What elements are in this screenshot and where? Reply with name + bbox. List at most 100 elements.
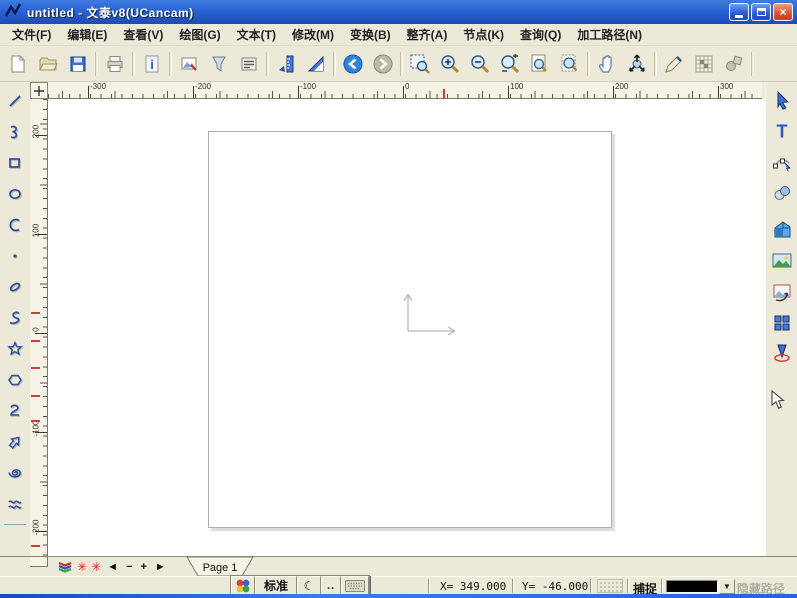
star-tool-button[interactable]: [2, 334, 28, 364]
engrave-cutter-icon: [771, 343, 793, 365]
zoom-document-button[interactable]: [555, 49, 585, 79]
spline-tool-button[interactable]: [2, 303, 28, 333]
toolbar-separator: [95, 52, 98, 76]
layers-list-icon: [239, 54, 259, 74]
node-edit-tool-button[interactable]: [768, 147, 796, 177]
color-dropdown[interactable]: ▼: [666, 579, 735, 594]
new-document-button[interactable]: [3, 49, 33, 79]
array-copy-tool-button[interactable]: [768, 308, 796, 338]
info-button[interactable]: i: [137, 49, 167, 79]
wave-icon: [6, 495, 24, 513]
crosshair-icon: [33, 85, 45, 97]
image-export-tool-button[interactable]: [768, 277, 796, 307]
first-page-button[interactable]: ◄: [105, 558, 120, 576]
back-arrow-icon: [342, 53, 364, 75]
rotated-ellipse-tool-button[interactable]: [2, 272, 28, 302]
engrave-cutter-tool-button[interactable]: [768, 339, 796, 369]
forward-button[interactable]: [368, 49, 398, 79]
menu-draw[interactable]: 绘图(G): [171, 23, 228, 46]
ruler-mark: [31, 545, 40, 547]
toolbar-separator: [132, 52, 135, 76]
select-tool-button[interactable]: [768, 85, 796, 115]
ruler-origin-button[interactable]: [30, 82, 48, 99]
menu-text[interactable]: 文本(T): [229, 23, 284, 46]
remove-page-button[interactable]: −: [124, 558, 134, 576]
status-separator: [661, 579, 663, 593]
save-icon: [68, 54, 88, 74]
ruler-measure-button[interactable]: [271, 49, 301, 79]
polygon-tool-button[interactable]: [2, 365, 28, 395]
menu-node[interactable]: 节点(K): [455, 23, 512, 46]
keyboard-input-button[interactable]: [341, 576, 369, 595]
minimize-button[interactable]: [729, 3, 749, 21]
layer-visibility-icon[interactable]: ✳: [77, 559, 87, 575]
dropdown-arrow-icon[interactable]: ▼: [719, 579, 735, 594]
window-title: untitled - 文泰v8(UCancam): [27, 4, 194, 21]
spiral-tool-button[interactable]: [2, 458, 28, 488]
zoom-out-button[interactable]: [465, 49, 495, 79]
menu-align[interactable]: 整齐(A): [399, 23, 456, 46]
zoom-in-button[interactable]: [435, 49, 465, 79]
layer-visibility-icon[interactable]: ✳: [91, 559, 101, 575]
menu-transform[interactable]: 变换(B): [342, 23, 399, 46]
zoom-dynamic-button[interactable]: [495, 49, 525, 79]
menu-modify[interactable]: 修改(M): [284, 23, 342, 46]
zoom-document-icon: [559, 53, 581, 75]
tool-extra-button[interactable]: [719, 49, 749, 79]
menu-view[interactable]: 查看(V): [115, 23, 171, 46]
toolbar-separator: [333, 52, 336, 76]
open-folder-button[interactable]: [33, 49, 63, 79]
weld-link-tool-button[interactable]: [768, 178, 796, 208]
point-tool-button[interactable]: [2, 241, 28, 271]
polyline-tool-button[interactable]: [2, 396, 28, 426]
line-tool-button[interactable]: [2, 86, 28, 116]
wave-tool-button[interactable]: [2, 489, 28, 519]
layer-colors-icon[interactable]: [58, 560, 73, 573]
style-palette-button[interactable]: [231, 576, 255, 595]
menu-file[interactable]: 文件(F): [4, 23, 59, 46]
layers-list-button[interactable]: [234, 49, 264, 79]
solid-3d-icon: [771, 219, 793, 241]
zoom-select-button[interactable]: [405, 49, 435, 79]
standard-style-button[interactable]: 标准: [255, 576, 297, 595]
zoom-page-button[interactable]: [525, 49, 555, 79]
close-button[interactable]: ×: [773, 3, 793, 21]
arc-tool-button[interactable]: [2, 210, 28, 240]
render-image-tool-button[interactable]: [768, 246, 796, 276]
export-image-button[interactable]: [174, 49, 204, 79]
fit-view-button[interactable]: [622, 49, 652, 79]
vertical-ruler: 200 100 0 -100 -200: [30, 99, 48, 556]
add-page-button[interactable]: +: [138, 558, 148, 576]
back-button[interactable]: [338, 49, 368, 79]
grid-toggle-button[interactable]: [597, 579, 623, 593]
drawing-canvas[interactable]: [48, 99, 765, 556]
restore-button[interactable]: [751, 3, 771, 21]
fit-view-icon: [626, 53, 648, 75]
menu-toolpath[interactable]: 加工路径(N): [569, 23, 650, 46]
curve-icon: [6, 123, 24, 141]
menu-edit[interactable]: 编辑(E): [59, 23, 115, 46]
curve-tool-button[interactable]: [2, 117, 28, 147]
svg-text:i: i: [150, 57, 154, 72]
last-page-button[interactable]: ►: [153, 558, 168, 576]
save-button[interactable]: [63, 49, 93, 79]
arrow-shape-tool-button[interactable]: [2, 427, 28, 457]
text-tool-button[interactable]: T: [768, 116, 796, 146]
solid-3d-tool-button[interactable]: [768, 215, 796, 245]
rectangle-tool-button[interactable]: [2, 148, 28, 178]
protractor-button[interactable]: [301, 49, 331, 79]
page-tab[interactable]: Page 1: [184, 557, 256, 577]
options-button[interactable]: ..: [321, 576, 341, 595]
menu-query[interactable]: 查询(Q): [512, 23, 569, 46]
filter-funnel-button[interactable]: [204, 49, 234, 79]
ellipse-tool-button[interactable]: [2, 179, 28, 209]
simulate-brush-button[interactable]: [659, 49, 689, 79]
print-button[interactable]: [100, 49, 130, 79]
pan-hand-button[interactable]: [592, 49, 622, 79]
image-export-icon: [771, 281, 793, 303]
status-separator: [428, 579, 430, 593]
grid-pattern-button[interactable]: [689, 49, 719, 79]
minimize-icon: [735, 15, 743, 18]
zoom-select-icon: [409, 53, 431, 75]
invert-display-button[interactable]: ☾: [297, 576, 321, 595]
